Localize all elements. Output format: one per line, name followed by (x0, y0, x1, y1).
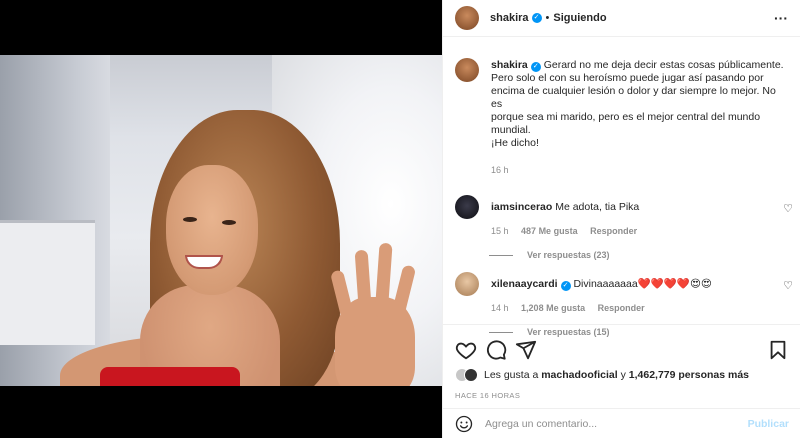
comment-username[interactable]: xilenaaycardi (491, 278, 558, 290)
comment-like-heart-icon[interactable]: ♡ (783, 279, 793, 292)
comment-time[interactable]: 15 h (491, 226, 509, 236)
comment-meta: 15 h 487 Me gusta Responder (491, 226, 781, 236)
bookmark-icon[interactable] (767, 339, 789, 361)
caption-username[interactable]: shakira (491, 59, 528, 71)
post-header: shakira ✓ • Siguiendo ··· (443, 0, 800, 37)
post-side-panel: shakira ✓ • Siguiendo ··· shakira ✓ Gerar… (442, 0, 800, 438)
comment-text: Me adota, tia Pika (555, 201, 640, 213)
likes-count[interactable]: 1,462,779 personas más (629, 369, 749, 381)
photo-eye-right (222, 220, 236, 225)
comment-likes[interactable]: 487 Me gusta (521, 226, 578, 236)
comment-likes[interactable]: 1,208 Me gusta (521, 303, 585, 313)
view-replies-button[interactable]: Ver respuestas (23) (489, 250, 800, 260)
caption-text: shakira ✓ Gerard no me deja decir estas c… (491, 59, 789, 177)
liker-username[interactable]: machadooficial (541, 369, 617, 381)
author-avatar[interactable] (455, 6, 479, 30)
author-username[interactable]: shakira (490, 12, 529, 24)
post-caption: shakira ✓ Gerard no me deja decir estas c… (443, 48, 800, 177)
likers-avatars (455, 368, 478, 382)
caption-line: encima de cualquier lesión o dolor y dar… (491, 85, 776, 110)
comments-list: shakira ✓ Gerard no me deja decir estas c… (443, 48, 800, 337)
caption-line: porque sea mi marido, pero es el mejor c… (491, 111, 761, 123)
verified-badge-icon: ✓ (530, 62, 541, 72)
comment-item: iamsincerao Me adota, tia Pika 15 h 487 … (443, 195, 800, 236)
comment-text: Divinaaaaaaa❤️❤️❤️❤️😍😍 (573, 278, 712, 290)
comment-time[interactable]: 14 h (491, 303, 509, 313)
comment-body: iamsincerao Me adota, tia Pika 15 h 487 … (491, 195, 781, 236)
separator-dot: • (545, 12, 550, 24)
heart-icon[interactable] (455, 339, 477, 361)
add-comment-bar: Publicar (443, 408, 800, 438)
post-timestamp: HACE 16 HORAS (455, 391, 521, 400)
photo-eye-left (183, 217, 197, 222)
post-media[interactable] (0, 0, 442, 438)
verified-badge-icon: ✓ (560, 281, 571, 291)
comment-icon[interactable] (485, 339, 507, 361)
comment-username[interactable]: iamsincerao (491, 201, 552, 213)
photo-dress (100, 367, 240, 386)
post-photo[interactable] (0, 55, 442, 386)
publish-button[interactable]: Publicar (748, 418, 789, 430)
likes-conjunction: y (620, 369, 626, 381)
reply-button[interactable]: Responder (590, 226, 637, 236)
comment-meta: 14 h 1,208 Me gusta Responder (491, 303, 781, 313)
likes-prefix: Les gusta a (484, 369, 539, 381)
following-button[interactable]: Siguiendo (553, 12, 606, 24)
verified-badge-icon: ✓ (531, 13, 542, 23)
likes-summary: Les gusta a machadooficial y 1,462,779 p… (443, 368, 800, 382)
comment-body: xilenaaycardi ✓ Divinaaaaaaa❤️❤️❤️❤️😍😍 14… (491, 272, 781, 313)
comment-line: xilenaaycardi ✓ Divinaaaaaaa❤️❤️❤️❤️😍😍 (491, 278, 781, 291)
caption-line: Pero solo el con su heroísmo puede jugar… (491, 72, 764, 84)
caption-line: ¡He dicho! (491, 137, 539, 149)
replies-divider (489, 254, 513, 256)
photo-face (166, 165, 258, 295)
caption-avatar[interactable] (455, 58, 479, 82)
action-icons-row (443, 325, 800, 365)
share-icon[interactable] (515, 339, 537, 361)
comment-item: xilenaaycardi ✓ Divinaaaaaaa❤️❤️❤️❤️😍😍 14… (443, 272, 800, 313)
comment-input[interactable] (485, 417, 748, 430)
comment-like-heart-icon[interactable]: ♡ (783, 202, 793, 215)
post-actions-section: Les gusta a machadooficial y 1,462,779 p… (443, 324, 800, 438)
comment-line: iamsincerao Me adota, tia Pika (491, 201, 781, 214)
caption-line: Gerard no me deja decir estas cosas públ… (543, 59, 784, 71)
view-replies-label: Ver respuestas (23) (527, 250, 610, 260)
comment-avatar[interactable] (455, 272, 479, 296)
caption-time: 16 h (491, 165, 509, 175)
more-options-icon[interactable]: ··· (774, 10, 788, 26)
comment-avatar[interactable] (455, 195, 479, 219)
photo-background-cabinet (0, 220, 95, 345)
reply-button[interactable]: Responder (598, 303, 645, 313)
emoji-icon[interactable] (455, 415, 473, 433)
caption-line: mundial. (491, 124, 531, 136)
liker-avatar (464, 368, 478, 382)
